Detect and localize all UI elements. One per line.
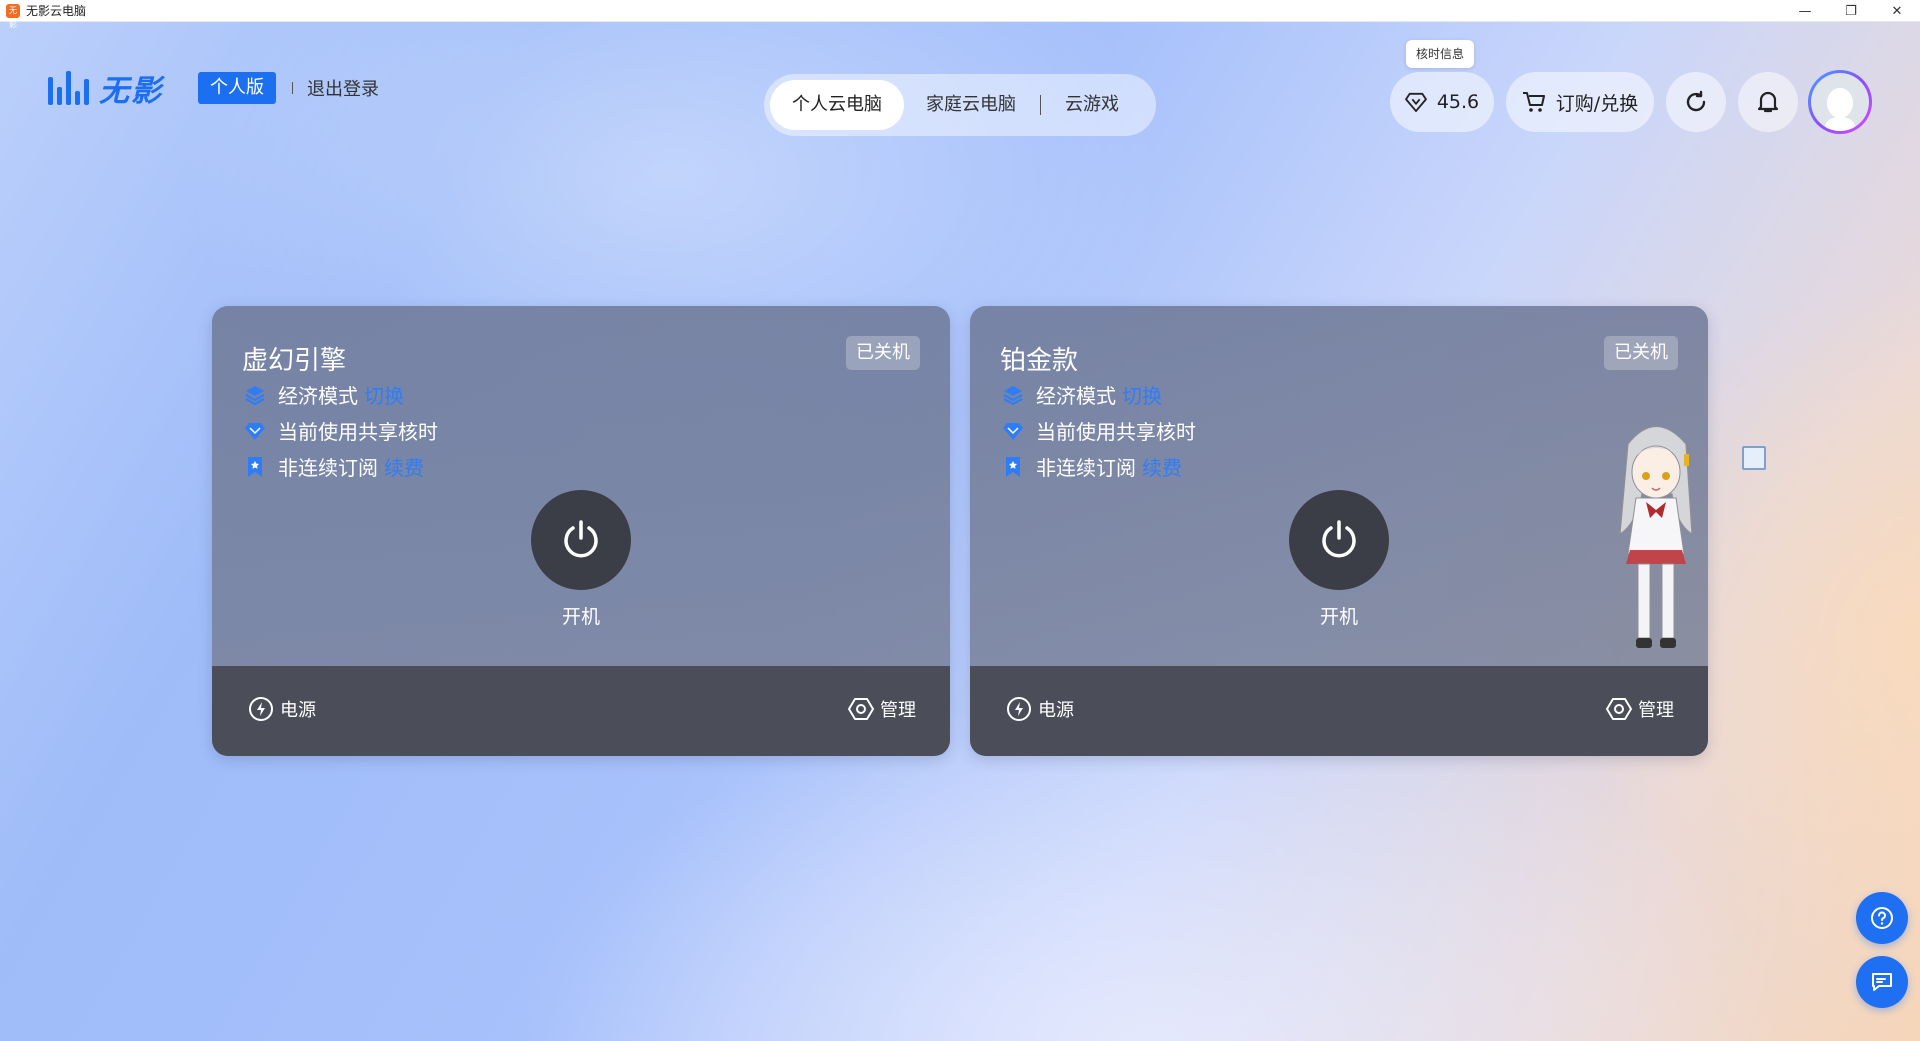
card-footer: 电源 管理 [212,666,950,756]
logout-link[interactable]: 退出登录 [307,75,379,101]
manage-button[interactable]: 管理 [848,696,916,722]
renew-link[interactable]: 续费 [1142,452,1182,481]
mode-text: 经济模式 [1036,384,1116,408]
renew-link[interactable]: 续费 [384,452,424,481]
diamond-icon [244,420,266,442]
window-titlebar: 无影 无影云电脑 — ❐ ✕ [0,0,1920,29]
refresh-button[interactable] [1666,72,1726,132]
help-button[interactable] [1856,892,1908,944]
core-hours-tooltip: 核时信息 [1406,40,1475,68]
tab-personal-cloud-pc[interactable]: 个人云电脑 [770,80,904,130]
logo: 无影 [48,66,163,110]
lightning-icon [249,697,273,721]
power-on-label: 开机 [1319,606,1358,628]
restore-button[interactable]: ❐ [1828,0,1874,22]
manage-label: 管理 [1638,700,1674,721]
power-on-button[interactable] [1289,490,1389,590]
subscription-row: 非连续订阅 续费 [1002,452,1182,481]
power-on-label: 开机 [561,606,600,628]
refresh-icon [1686,90,1706,112]
card-title: 铂金款 [1000,346,1079,376]
cart-icon [1522,92,1545,112]
mode-row: 经济模式 切换 [1002,380,1162,409]
share-text: 当前使用共享核时 [1036,420,1196,444]
avatar[interactable] [1808,70,1872,134]
mode-switch-link[interactable]: 切换 [1122,380,1162,409]
window-title: 无影云电脑 [26,4,87,18]
share-row: 当前使用共享核时 [1002,416,1196,445]
tab-family-cloud-pc[interactable]: 家庭云电脑 [904,80,1038,130]
feedback-icon [1872,973,1892,991]
app-icon: 无影 [6,3,20,29]
layers-icon [1002,384,1024,406]
status-badge: 已关机 [846,336,920,370]
hexagon-settings-icon [1606,698,1632,720]
layers-icon [244,384,266,406]
bookmark-icon [244,456,266,478]
core-hours-button[interactable]: 45.6 [1390,72,1494,132]
hexagon-settings-icon [848,698,874,720]
subscribe-button[interactable]: 订购/兑换 [1506,72,1654,132]
mode-text: 经济模式 [278,384,358,408]
tab-cloud-gaming[interactable]: 云游戏 [1043,80,1141,130]
share-text: 当前使用共享核时 [278,420,438,444]
manage-label: 管理 [880,700,916,721]
close-button[interactable]: ✕ [1874,0,1920,22]
subscription-row: 非连续订阅 续费 [244,452,424,481]
tab-divider [1040,95,1041,115]
cloud-pc-card: 铂金款 已关机 经济模式 切换 当前使用共享核时 非连续订阅 续费 开机 电源 … [970,306,1708,756]
power-menu-button[interactable]: 电源 [248,696,316,722]
window-controls: — ❐ ✕ [1782,0,1920,22]
power-menu-button[interactable]: 电源 [1006,696,1074,722]
cloud-pc-card: 虚幻引擎 已关机 经济模式 切换 当前使用共享核时 非连续订阅 续费 开机 电源… [212,306,950,756]
product-tabs: 个人云电脑 家庭云电脑 云游戏 [764,74,1156,136]
power-menu-label: 电源 [280,700,316,721]
divider [292,82,293,94]
mascot-character[interactable] [1606,414,1706,654]
lightning-icon [1007,697,1031,721]
power-icon [1322,520,1356,558]
share-row: 当前使用共享核时 [244,416,438,445]
subscription-text: 非连续订阅 [278,456,378,480]
logo-text: 无影 [99,74,163,109]
mode-row: 经济模式 切换 [244,380,404,409]
subscription-text: 非连续订阅 [1036,456,1136,480]
widget-icon[interactable] [1742,446,1766,470]
diamond-icon [1404,92,1427,112]
power-on-button[interactable] [531,490,631,590]
minimize-button[interactable]: — [1782,0,1828,22]
mode-switch-link[interactable]: 切换 [364,380,404,409]
diamond-icon [1002,420,1024,442]
edition-badge: 个人版 [198,72,276,104]
power-menu-label: 电源 [1038,700,1074,721]
notification-button[interactable] [1738,72,1798,132]
status-badge: 已关机 [1604,336,1678,370]
help-icon [1871,907,1893,929]
bookmark-icon [1002,456,1024,478]
card-title: 虚幻引擎 [242,346,347,376]
avatar-image [1811,73,1869,131]
feedback-button[interactable] [1856,956,1908,1008]
power-icon [564,520,598,558]
core-hours-value: 45.6 [1436,91,1480,113]
card-footer: 电源 管理 [970,666,1708,756]
subscribe-label: 订购/兑换 [1555,92,1639,115]
manage-button[interactable]: 管理 [1606,696,1674,722]
bell-icon [1757,91,1779,113]
logo-mark-icon [48,71,89,105]
